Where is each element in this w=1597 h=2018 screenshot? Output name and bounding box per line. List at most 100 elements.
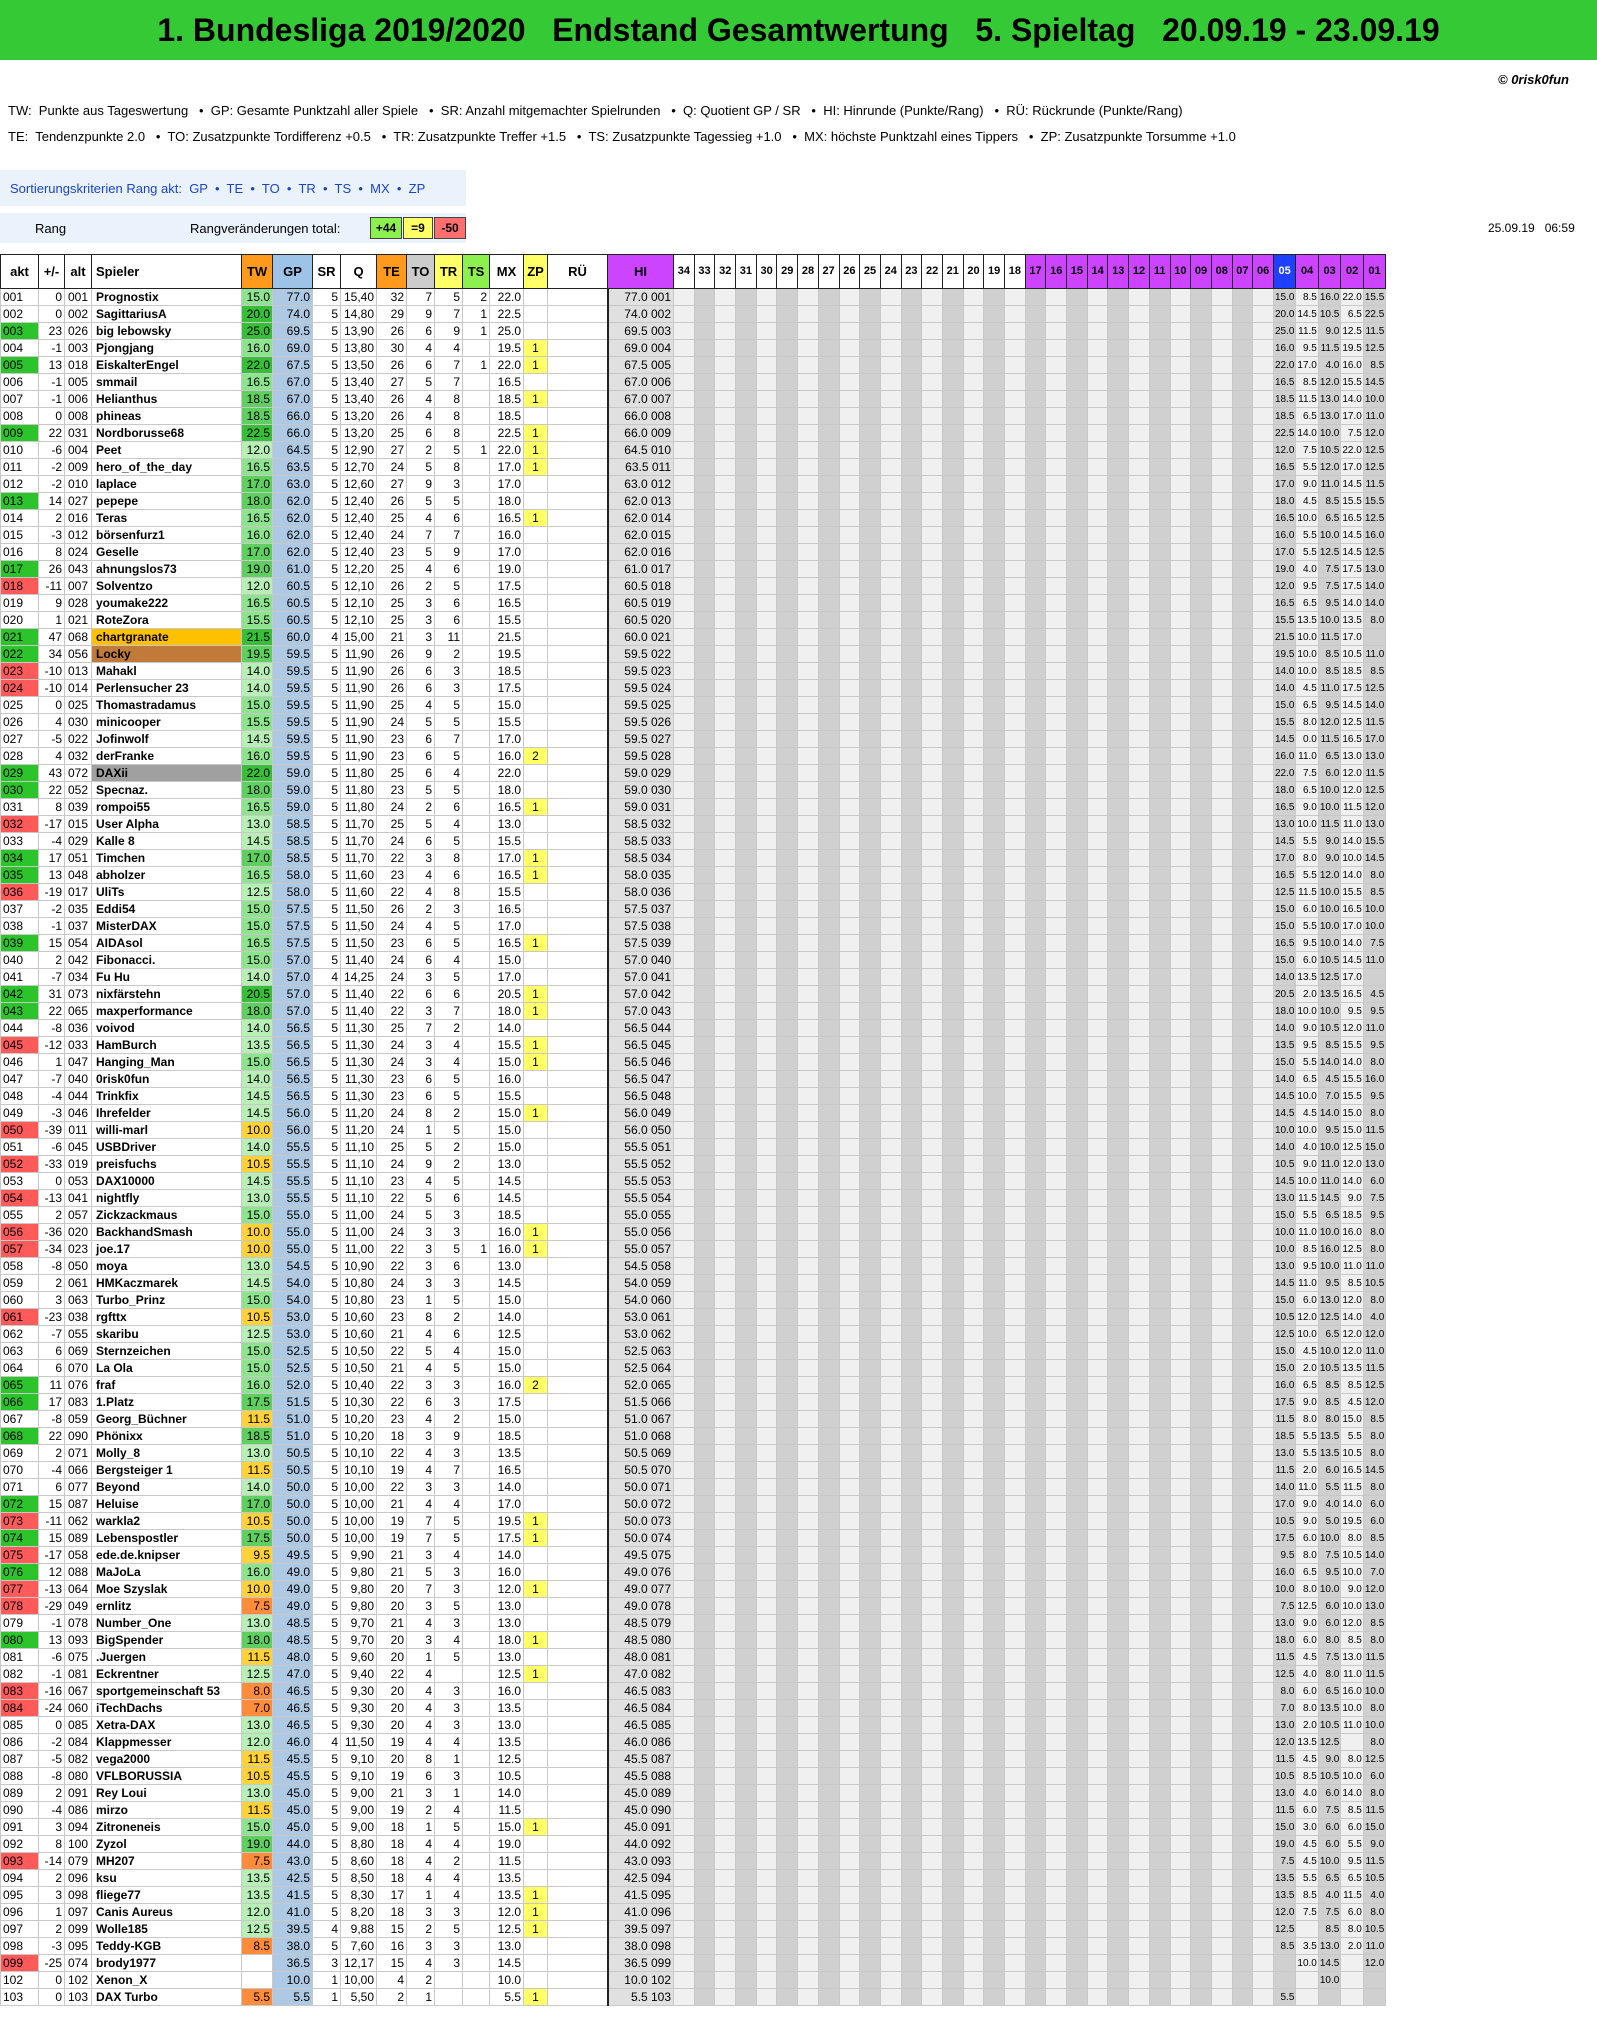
cell-alt: 059 [64,1410,92,1428]
cell-q: 11,50 [340,900,377,918]
cell-matchday-empty [983,543,1005,561]
cell-matchday-empty [1252,1767,1274,1785]
cell-matchday-empty [1252,1359,1274,1377]
cell-matchday-empty [1190,1325,1212,1343]
cell-matchday-empty [755,1121,778,1139]
cell-matchday-empty [735,628,757,646]
cell-matchday-empty [776,1410,799,1428]
cell-matchday-empty [776,1512,799,1530]
cell-matchday-empty [1086,1274,1109,1292]
cell-matchday-05: 14.0 [1272,1019,1297,1037]
cell-matchday-empty [1210,1563,1233,1581]
cell-matchday-empty [1252,1274,1274,1292]
cell-sr: 5 [312,492,341,510]
cell-q: 15,00 [340,628,377,646]
cell-te: 21 [376,1614,407,1632]
cell-matchday-03: 6.0 [1317,1784,1342,1802]
cell-matchday-empty [776,1087,799,1105]
cell-matchday-empty [693,305,716,323]
cell-matchday-empty [1086,1716,1109,1734]
cell-matchday-empty [1066,1155,1088,1173]
cell-akt: 083 [0,1682,39,1700]
cell-tw: 11.5 [241,1801,273,1819]
cell-matchday-empty [1024,662,1047,680]
cell-matchday-empty [900,934,923,952]
cell-matchday-empty [1128,1665,1150,1683]
cell-player-name: RoteZora [91,611,242,629]
cell-matchday-empty [879,747,902,765]
cell-matchday-empty [1066,832,1088,850]
cell-matchday-empty [1148,1869,1171,1887]
cell-matchday-empty [714,934,737,952]
cell-player-name: Locky [91,645,242,663]
cell-matchday-empty [1004,1070,1026,1088]
cell-matchday-empty [941,543,964,561]
cell-hi: 45.5 087 [606,1750,674,1768]
cell-to: 4 [406,509,435,527]
cell-to: 6 [406,764,435,782]
cell-matchday-empty [879,1801,902,1819]
cell-matchday-empty [1148,1784,1171,1802]
cell-matchday-empty [714,1597,737,1615]
cell-tr: 4 [434,1801,463,1819]
cell-matchday-empty [1128,985,1150,1003]
cell-matchday-empty [714,1529,737,1547]
cell-matchday-empty [1107,441,1130,459]
cell-matchday-empty [1128,1461,1150,1479]
cell-matchday-empty [735,917,757,935]
cell-matchday-empty [1231,1699,1254,1717]
cell-sr: 5 [312,730,341,748]
cell-matchday-empty [1107,1257,1130,1275]
cell-ts [462,1784,490,1802]
cell-matchday-empty [921,611,943,629]
cell-matchday-empty [879,577,902,595]
cell-matchday-empty [879,475,902,493]
cell-tr: 6 [434,1257,463,1275]
cell-matchday-empty [1024,1087,1047,1105]
cell-matchday-empty [1086,1240,1109,1258]
cell-mx: 16.5 [489,900,524,918]
cell-matchday-empty [673,1529,695,1547]
cell-matchday-empty [755,1444,778,1462]
cell-matchday-empty [1024,1019,1047,1037]
cell-q: 12,10 [340,611,377,629]
cell-matchday-empty [1086,1733,1109,1751]
cell-matchday-empty [1231,1784,1254,1802]
cell-matchday-empty [1024,560,1047,578]
cell-matchday-empty [1024,356,1047,374]
cell-matchday-empty [735,492,757,510]
cell-matchday-03: 10.5 [1317,1767,1342,1785]
cell-tr: 3 [434,1223,463,1241]
cell-matchday-empty [962,1393,985,1411]
cell-matchday-empty [797,1376,819,1394]
cell-gp: 67.0 [272,390,313,408]
cell-matchday-04: 4.5 [1295,1342,1319,1360]
cell-tw: 10.0 [241,1121,273,1139]
cell-matchday-empty [879,1546,902,1564]
cell-matchday-04: 9.0 [1295,1512,1319,1530]
cell-matchday-empty [941,730,964,748]
cell-matchday-empty [1045,815,1068,833]
header-matchday: 07 [1231,254,1254,289]
cell-matchday-empty [1252,883,1274,901]
cell-hi: 67.5 005 [606,356,674,374]
cell-matchday-empty [900,866,923,884]
cell-te: 30 [376,339,407,357]
cell-matchday-empty [755,1359,778,1377]
cell-ts [462,1342,490,1360]
cell-tr: 7 [434,730,463,748]
cell-tr: 3 [434,475,463,493]
cell-diff: -23 [38,1308,65,1326]
cell-matchday-empty [1148,1342,1171,1360]
cell-matchday-empty [879,764,902,782]
cell-matchday-empty [693,1597,716,1615]
cell-matchday-empty [1024,645,1047,663]
cell-ru [547,832,608,850]
cell-matchday-empty [1210,1886,1233,1904]
cell-matchday-03: 11.5 [1317,339,1342,357]
cell-matchday-empty [1252,1427,1274,1445]
cell-matchday-empty [1231,1818,1254,1836]
cell-zp [523,1546,548,1564]
cell-matchday-04: 5.5 [1295,1444,1319,1462]
cell-gp: 56.5 [272,1036,313,1054]
